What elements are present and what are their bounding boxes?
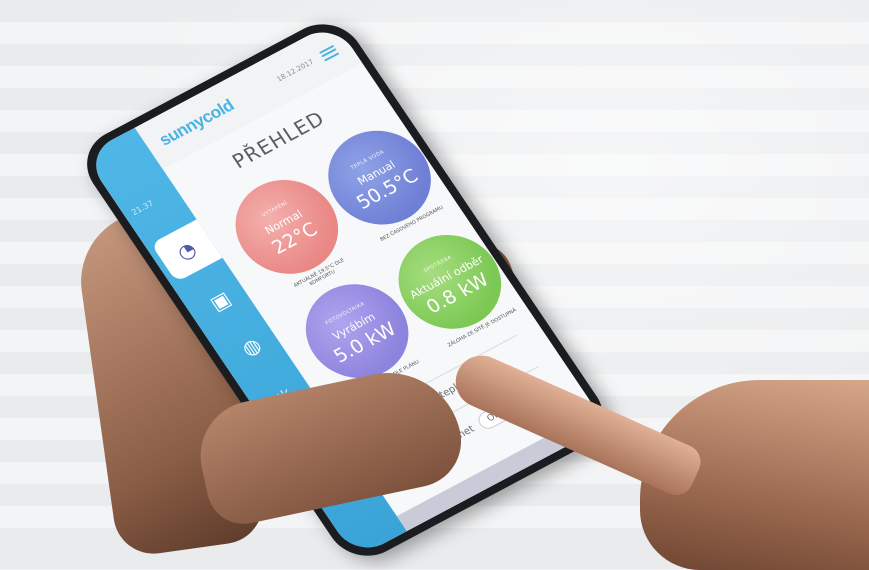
- tank-icon: ▣: [205, 286, 236, 316]
- overview-icon: ◔: [172, 236, 202, 265]
- header-date: 18.12.2017: [275, 57, 316, 84]
- sidebar-time: 21.37: [129, 198, 156, 218]
- water-drop-icon: ◍: [236, 332, 266, 361]
- hamburger-menu-icon[interactable]: [318, 44, 340, 62]
